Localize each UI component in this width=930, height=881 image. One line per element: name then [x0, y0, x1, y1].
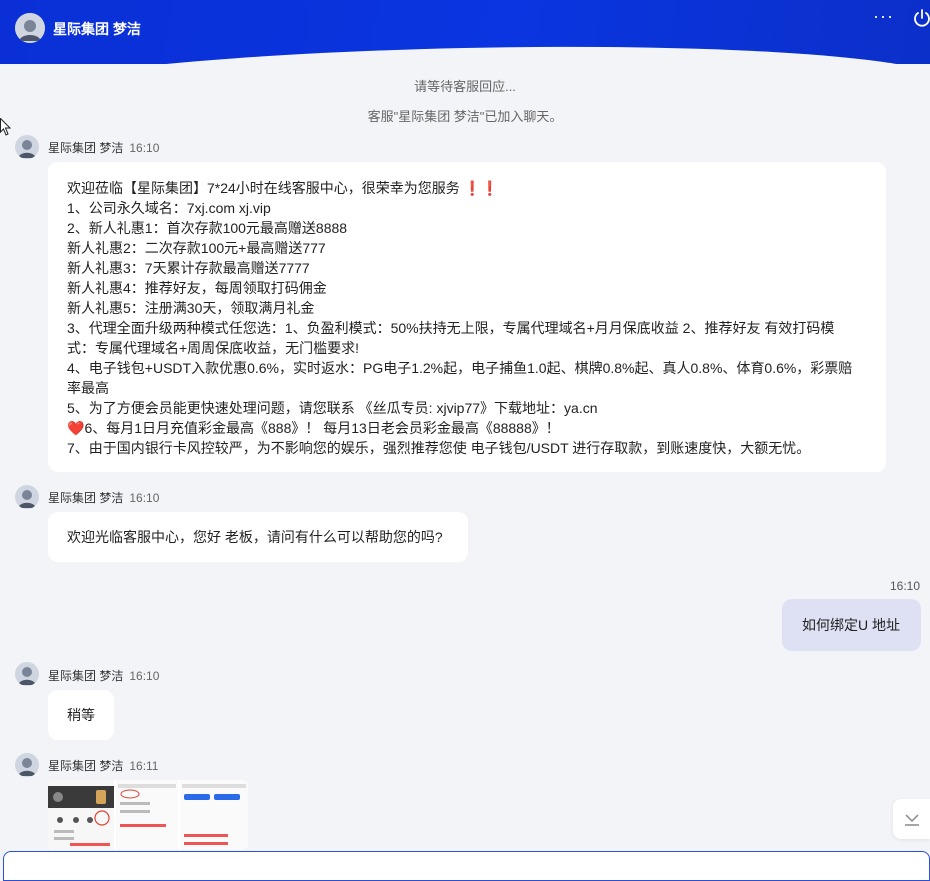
agent-avatar — [15, 135, 39, 159]
agent-avatar — [15, 13, 45, 43]
agent-avatar — [15, 753, 39, 777]
message-text: 如何绑定U 地址 — [802, 617, 900, 633]
system-message-waiting: 请等待客服回应... — [414, 79, 516, 94]
message-line: 欢迎莅临【星际集团】7*24小时在线客服中心，很荣幸为您服务 — [67, 180, 460, 196]
message-line: 2、新人礼惠1：首次存款100元最高赠送8888 — [67, 220, 348, 236]
message-line: 5、为了方便会员能更快速处理问题，请您联系 《丝瓜专员: xjvip77》下载地… — [67, 400, 598, 416]
message-line: 3、代理全面升级两种模式任您选：1、负盈利模式：50%扶持无上限，专属代理域名+… — [67, 320, 835, 336]
message-time: 16:10 — [890, 579, 921, 593]
message-line: 新人礼惠3：7天累计存款最高赠送7777 — [67, 260, 310, 276]
message-bubble-wait: 稍等 — [48, 690, 114, 740]
more-options-icon[interactable]: ··· — [873, 6, 894, 27]
message-bubble-welcome: 欢迎莅临【星际集团】7*24小时在线客服中心，很荣幸为您服务 ❗❗ 1、公司永久… — [48, 162, 886, 472]
message-time: 16:10 — [129, 669, 160, 683]
agent-avatar — [15, 662, 39, 686]
heart-icon: ❤️ — [67, 420, 85, 436]
message-line: 7、由于国内银行卡风控较严，为不影响您的娱乐，强烈推荐您使 电子钱包/USDT … — [67, 440, 811, 456]
message-bubble-greeting: 欢迎光临客服中心，您好 老板，请问有什么可以帮助您的吗? — [48, 512, 468, 562]
scroll-to-bottom-button[interactable] — [893, 799, 930, 839]
exclamation-icon: ❗❗ — [463, 180, 499, 196]
message-meta: 星际集团 梦洁 16:10 — [48, 139, 159, 156]
image-attachment[interactable] — [48, 780, 248, 850]
sender-name: 星际集团 梦洁 — [48, 669, 124, 683]
system-message-joined: 客服"星际集团 梦洁"已加入聊天。 — [367, 109, 563, 124]
message-text: 欢迎光临客服中心，您好 老板，请问有什么可以帮助您的吗? — [67, 529, 443, 545]
mouse-cursor-icon — [0, 117, 12, 138]
message-line: 新人礼惠2：二次存款100元+最高赠送777 — [67, 240, 326, 256]
message-meta: 星际集团 梦洁 16:10 — [48, 667, 159, 684]
chat-header: 星际集团 梦洁 ··· — [0, 0, 930, 64]
sender-name: 星际集团 梦洁 — [48, 141, 124, 155]
message-input[interactable] — [3, 851, 930, 881]
power-icon[interactable] — [912, 8, 930, 28]
chat-title: 星际集团 梦洁 — [53, 21, 141, 37]
message-line: 4、电子钱包+USDT入款优惠0.6%，实时返水：PG电子1.2%起，电子捕鱼1… — [67, 360, 853, 376]
message-time: 16:10 — [129, 491, 160, 505]
message-line: 6、每月1日月充值彩金最高《888》！ 每月13日老会员彩金最高《88888》！ — [84, 420, 560, 436]
message-line: 新人礼惠5：注册满30天，领取满月礼金 — [67, 300, 315, 316]
sender-name: 星际集团 梦洁 — [48, 759, 124, 773]
message-meta: 星际集团 梦洁 16:10 — [48, 489, 159, 506]
user-message-bubble: 如何绑定U 地址 — [782, 599, 921, 651]
message-text: 稍等 — [67, 707, 95, 723]
message-line: 1、公司永久域名：7xj.com xj.vip — [67, 200, 271, 216]
message-time: 16:11 — [129, 759, 159, 773]
message-meta: 星际集团 梦洁 16:11 — [48, 757, 158, 774]
sender-name: 星际集团 梦洁 — [48, 491, 124, 505]
agent-avatar — [15, 485, 39, 509]
message-time: 16:10 — [129, 141, 160, 155]
message-line: 新人礼惠4：推荐好友，每周领取打码佣金 — [67, 280, 327, 296]
message-line: 率最高 — [67, 380, 109, 396]
message-line: 式：专属代理域名+周周保底收益，无门槛要求! — [67, 340, 360, 356]
